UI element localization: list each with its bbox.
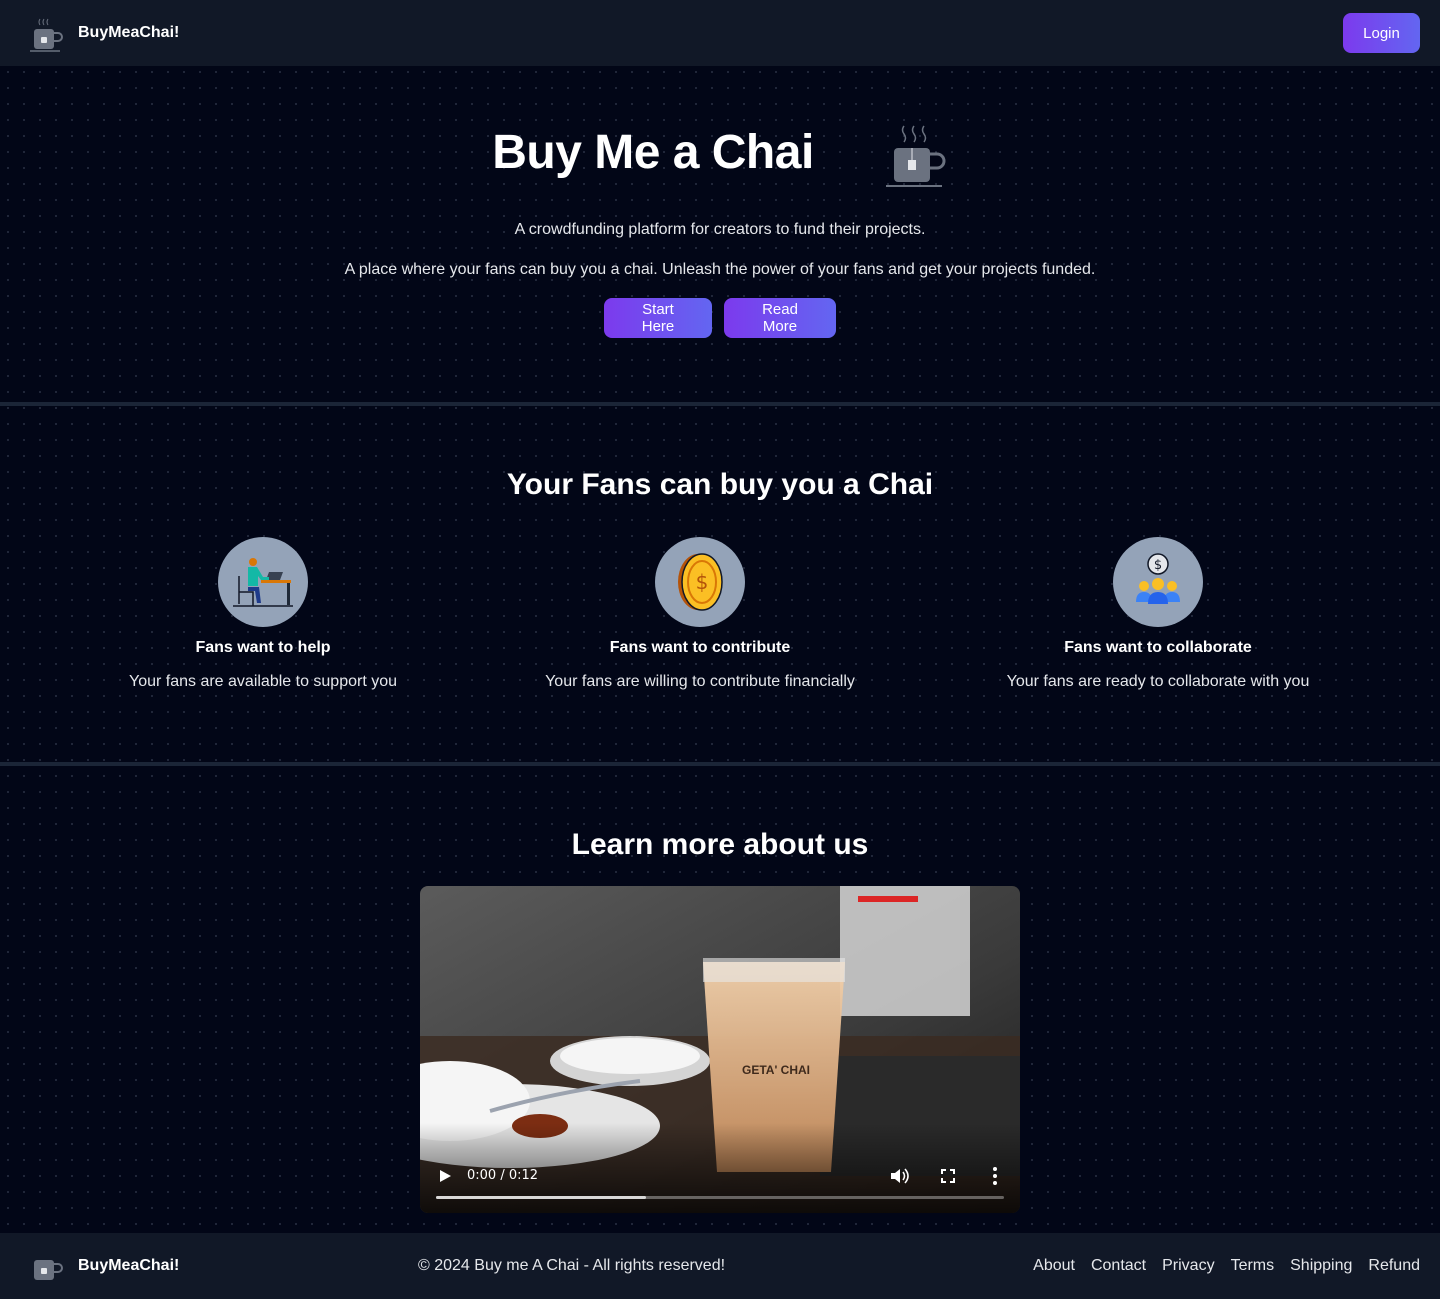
read-more-button[interactable]: Read More xyxy=(724,298,836,338)
person-at-desk-icon xyxy=(233,558,293,607)
video-time: 0:00 / 0:12 xyxy=(467,1168,539,1183)
footer-link-privacy[interactable]: Privacy xyxy=(1162,1257,1214,1275)
brand[interactable]: BuyMeaChai! xyxy=(28,13,179,53)
hero-section: Buy Me a Chai A crowdfunding platform fo… xyxy=(0,66,1440,402)
navbar: BuyMeaChai! Login xyxy=(0,0,1440,66)
feature-icon-circle: $ xyxy=(655,537,745,627)
hero-title: Buy Me a Chai xyxy=(492,126,814,180)
video-buffered-progress xyxy=(436,1196,647,1199)
feature-icon-circle xyxy=(218,537,308,627)
fullscreen-icon[interactable] xyxy=(940,1168,956,1184)
svg-text:$: $ xyxy=(1154,558,1162,573)
tea-cup-icon xyxy=(30,18,63,52)
hero-tagline: A crowdfunding platform for creators to … xyxy=(514,221,926,238)
hero-description: A place where your fans can buy you a ch… xyxy=(344,261,1096,278)
video-cup-brand: GETA' CHAI xyxy=(742,1063,810,1077)
svg-text:$: $ xyxy=(696,570,709,594)
footer-links: About Contact Privacy Terms Shipping Ref… xyxy=(1033,1257,1420,1275)
feature-collaborate: $ Fans want to collaborate Your fans are… xyxy=(938,537,1378,691)
tea-cup-icon xyxy=(885,125,946,187)
footer-link-about[interactable]: About xyxy=(1033,1257,1075,1275)
brand-name: BuyMeaChai! xyxy=(78,24,180,41)
group-with-dollar-icon: $ xyxy=(1136,553,1180,604)
video-controls: 0:00 / 0:12 xyxy=(420,1123,1020,1213)
hero-title-row: Buy Me a Chai xyxy=(0,116,1440,190)
footer-brand[interactable]: BuyMeaChai! xyxy=(28,1246,418,1286)
volume-icon[interactable] xyxy=(890,1167,910,1185)
footer: BuyMeaChai! © 2024 Buy me A Chai - All r… xyxy=(0,1233,1440,1299)
section-divider xyxy=(0,762,1440,766)
hero-buttons: Start Here Read More xyxy=(0,298,1440,338)
feature-help: Fans want to help Your fans are availabl… xyxy=(43,537,483,691)
gold-coin-icon: $ xyxy=(678,553,723,611)
feature-description: Your fans are available to support you xyxy=(128,673,398,690)
login-button[interactable]: Login xyxy=(1343,13,1420,53)
learn-more-title: Learn more about us xyxy=(571,828,869,861)
brand-name: BuyMeaChai! xyxy=(78,1257,180,1274)
feature-icon-circle: $ xyxy=(1113,537,1203,627)
feature-description: Your fans are willing to contribute fina… xyxy=(545,673,855,690)
fans-section-title: Your Fans can buy you a Chai xyxy=(506,468,934,501)
footer-link-shipping[interactable]: Shipping xyxy=(1290,1257,1352,1275)
footer-link-terms[interactable]: Terms xyxy=(1231,1257,1275,1275)
footer-link-contact[interactable]: Contact xyxy=(1091,1257,1146,1275)
feature-description: Your fans are ready to collaborate with … xyxy=(1006,673,1310,690)
play-icon[interactable] xyxy=(438,1169,452,1183)
feature-title: Fans want to contribute xyxy=(609,639,791,656)
feature-contribute: $ Fans want to contribute Your fans are … xyxy=(480,537,920,691)
feature-title: Fans want to help xyxy=(195,639,331,656)
more-options-icon[interactable] xyxy=(992,1166,998,1186)
video-progress-bar[interactable] xyxy=(436,1196,1004,1199)
start-here-button[interactable]: Start Here xyxy=(604,298,712,338)
footer-link-refund[interactable]: Refund xyxy=(1368,1257,1420,1275)
section-divider xyxy=(0,402,1440,406)
feature-title: Fans want to collaborate xyxy=(1064,639,1252,656)
copyright-text: © 2024 Buy me A Chai - All rights reserv… xyxy=(418,1257,726,1274)
about-video[interactable]: GETA' CHAI 0:00 / 0:12 xyxy=(420,886,1020,1213)
tea-cup-icon xyxy=(34,1260,63,1280)
